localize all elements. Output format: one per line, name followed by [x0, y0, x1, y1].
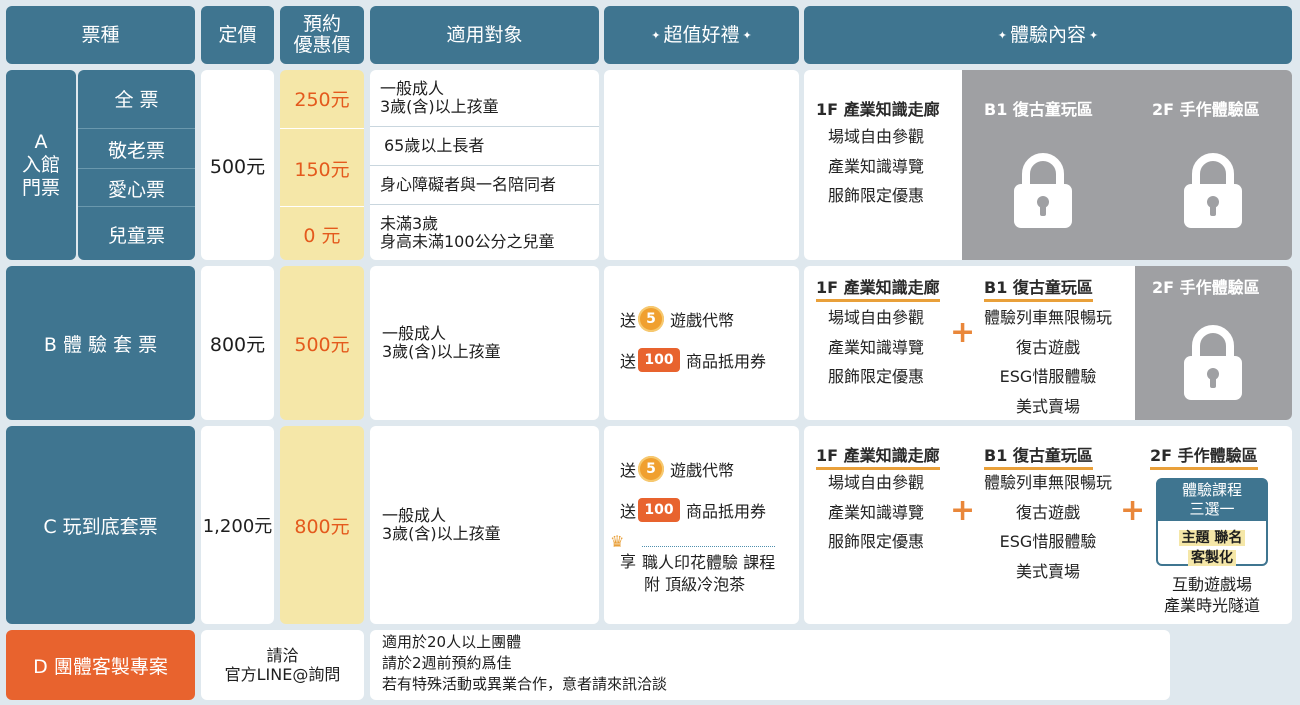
locked-zones: B1 復古童玩區 2F 手作體驗區: [962, 70, 1292, 260]
zone-b1-items: 體驗列車無限暢玩 復古遊戲 ESG惜服體驗 美式賣場: [983, 473, 1112, 581]
gift-course: 享職人印花體驗 課程: [620, 546, 776, 573]
zone-b1-title: B1 復古童玩區: [984, 274, 1093, 302]
sparkle-icon: ✦: [742, 28, 752, 42]
header-list-price: 定價: [201, 6, 274, 64]
zone-1f-title: 1F 產業知識走廊: [816, 100, 940, 119]
row-b-target: 一般成人 3歲(含)以上孩童: [370, 266, 599, 420]
target-disability: 身心障礙者與一名陪同者: [380, 175, 557, 194]
subtype-disability: 愛心票: [78, 168, 195, 207]
row-c-gift: 送 5 遊戲代幣 送 100 商品抵用券 ♛ 享職人印花體驗 課程 附 頂級冷泡茶: [604, 426, 799, 624]
plus-icon: +: [1120, 493, 1146, 528]
discount-full: 250元: [294, 89, 350, 111]
row-b-discount: 500元: [280, 266, 364, 420]
gift-coins: 送 5 遊戲代幣: [620, 456, 734, 482]
row-b-content: 1F 產業知識走廊 場域自由參觀 產業知識導覽 服飾限定優惠 + B1 復古童玩區 …: [804, 266, 1292, 420]
subtype-child: 兒童票: [78, 206, 195, 261]
row-c-content: 1F 產業知識走廊 場域自由參觀 產業知識導覽 服飾限定優惠 + B1 復古童玩區 …: [804, 426, 1292, 624]
zone-1f-title: 1F 產業知識走廊: [816, 442, 940, 470]
row-a-discounts: 250元 150元 0 元: [280, 70, 364, 260]
zone-b1-title: B1 復古童玩區: [984, 100, 1093, 119]
header-content: ✦ 體驗內容 ✦: [804, 6, 1292, 64]
zone-1f-items: 場域自由參觀 產業知識導覽 服飾限定優惠: [828, 473, 925, 551]
sparkle-icon: ✦: [651, 28, 661, 42]
row-a-gift: [604, 70, 799, 260]
gift-voucher: 送 100 商品抵用券: [620, 348, 766, 372]
gift-voucher: 送 100 商品抵用券: [620, 498, 766, 522]
target-full: 一般成人 3歲(含)以上孩童: [380, 79, 499, 116]
coin-icon: 5: [638, 306, 665, 332]
zone-1f-title: 1F 產業知識走廊: [816, 274, 940, 302]
row-d-contact: 請洽 官方LINE@詢問: [201, 630, 364, 700]
zone-2f-title: 2F 手作體驗區: [1152, 100, 1260, 119]
row-b-gift: 送 5 遊戲代幣 送 100 商品抵用券: [604, 266, 799, 420]
header-preorder-price: 預約 優惠價: [280, 6, 364, 64]
gift-coins: 送 5 遊戲代幣: [620, 306, 734, 332]
row-a-label: A 入館 門票: [6, 70, 76, 260]
header-ticket-type: 票種: [6, 6, 195, 64]
gift-tea: 附 頂級冷泡茶: [644, 575, 746, 594]
zone-2f-title: 2F 手作體驗區: [1152, 278, 1260, 297]
lock-icon: [1014, 153, 1072, 228]
locked-zone-2f: 2F 手作體驗區: [1135, 266, 1292, 420]
row-b-label: B 體 驗 套 票: [6, 266, 195, 420]
lock-icon: [1184, 153, 1242, 228]
zone-2f-title: 2F 手作體驗區: [1150, 442, 1258, 470]
coin-icon: 5: [638, 456, 665, 482]
course-tags: 主題 聯名 客製化: [1158, 527, 1266, 569]
zone-1f-items: 場域自由參觀 產業知識導覽 服飾限定優惠: [828, 308, 925, 386]
zone-b1-items: 體驗列車無限暢玩 復古遊戲 ESG惜服體驗 美式賣場: [983, 308, 1112, 416]
lock-icon: [1184, 325, 1242, 400]
plus-icon: +: [950, 493, 976, 528]
row-d-notes: 適用於20人以上團體 請於2週前預約爲佳 若有特殊活動或異業合作，意者請來訊洽談: [370, 630, 1170, 700]
voucher-icon: 100: [638, 498, 681, 522]
voucher-icon: 100: [638, 348, 681, 372]
plus-icon: +: [950, 315, 976, 350]
course-box: 體驗課程 三選一 主題 聯名 客製化: [1156, 478, 1268, 566]
discount-child: 0 元: [280, 206, 364, 261]
row-b-price: 800元: [201, 266, 274, 420]
discount-senior-disability: 150元: [280, 128, 364, 207]
row-c-label: C 玩到底套票: [6, 426, 195, 624]
target-child: 未滿3歲 身高未滿100公分之兒童: [380, 213, 555, 251]
header-gift: ✦ 超值好禮 ✦: [604, 6, 799, 64]
row-a-price: 500元: [201, 70, 274, 260]
row-a-targets: 一般成人 3歲(含)以上孩童 65歲以上長者 身心障礙者與一名陪同者 未滿3歲 身高…: [370, 70, 599, 260]
zone-1f-items: 場域自由參觀 產業知識導覽 服飾限定優惠: [828, 127, 925, 205]
subtype-senior: 敬老票: [78, 128, 195, 169]
zone-b1-title: B1 復古童玩區: [984, 442, 1093, 470]
row-a-content: 1F 產業知識走廊 場域自由參觀 產業知識導覽 服飾限定優惠 B1 復古童玩區 2F…: [804, 70, 1292, 260]
zone-2f-extra: 互動遊戲場 產業時光隧道: [1163, 575, 1260, 615]
subtype-full: 全 票: [114, 89, 159, 111]
target-senior: 65歲以上長者: [384, 136, 485, 155]
sparkle-icon: ✦: [1089, 28, 1099, 42]
sparkle-icon: ✦: [997, 28, 1007, 42]
header-audience: 適用對象: [370, 6, 599, 64]
row-c-price: 1,200元: [201, 426, 274, 624]
row-c-discount: 800元: [280, 426, 364, 624]
row-d-label: D 團體客製專案: [6, 630, 195, 700]
row-a-subtypes: 全 票 敬老票 愛心票 兒童票: [78, 70, 195, 260]
row-c-target: 一般成人 3歲(含)以上孩童: [370, 426, 599, 624]
course-header: 體驗課程 三選一: [1158, 480, 1266, 521]
